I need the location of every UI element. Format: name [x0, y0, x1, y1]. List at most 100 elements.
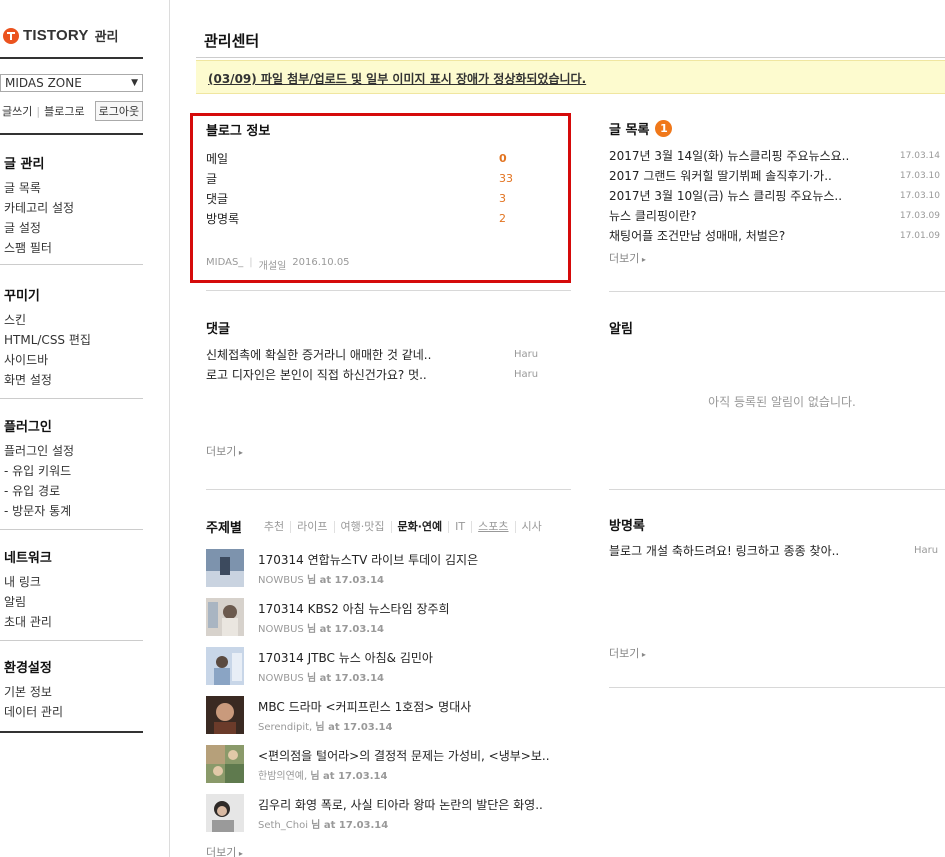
sidebar-item-category-settings[interactable]: 카테고리 설정 [4, 198, 74, 218]
section-divider [206, 489, 571, 490]
tab-it[interactable]: IT [449, 520, 473, 533]
go-to-blog-link[interactable]: 블로그로 [44, 103, 84, 119]
guestbook-more-link[interactable]: 더보기 [609, 645, 940, 661]
feed-date: 님 at 17.03.14 [306, 575, 385, 586]
guestbook-title: 방명록 [609, 519, 645, 534]
comment-row[interactable]: 신체접촉에 확실한 증거라니 애매한 것 같네.. Haru [206, 345, 538, 365]
sidebar-item-skin[interactable]: 스킨 [4, 310, 91, 330]
info-label: 메일 [206, 152, 229, 166]
opened-label: 개설일 [258, 261, 287, 272]
feed-byline: Seth_Choi 님 at 17.03.14 [258, 816, 388, 831]
sidebar-item-post-settings[interactable]: 글 설정 [4, 218, 74, 238]
info-row-guestbook[interactable]: 방명록 2 [206, 209, 509, 229]
nav-group-title: 환경설정 [4, 661, 52, 676]
alerts-title: 알림 [609, 322, 633, 337]
tab-culture-entertainment[interactable]: 문화·연예 [392, 520, 450, 533]
post-title: 2017 그랜드 워커힐 딸기뷔페 솔직후기·가.. [609, 169, 832, 183]
post-date: 17.03.14 [899, 151, 940, 161]
guestbook-row[interactable]: 블로그 개설 축하드려요! 링크하고 종종 찾아.. Haru [609, 541, 940, 561]
post-row[interactable]: 2017년 3월 10일(금) 뉴스 클리핑 주요뉴스.. 17.03.10 [609, 186, 940, 206]
thumbnail-image [206, 549, 244, 587]
sidebar-item-invites[interactable]: 초대 관리 [4, 612, 52, 632]
feed-author: NOWBUS [258, 624, 304, 635]
blog-select[interactable]: MIDAS ZONE ▼ [0, 74, 143, 92]
sidebar-item-my-links[interactable]: 내 링크 [4, 572, 52, 592]
opened-date: 2016.10.05 [292, 257, 350, 268]
nav-group-title: 꾸미기 [4, 289, 40, 304]
comments-more-link[interactable]: 더보기 [206, 443, 536, 459]
info-label: 방명록 [206, 212, 240, 226]
sidebar-item-screen-settings[interactable]: 화면 설정 [4, 370, 91, 390]
logout-button[interactable]: 로그아웃 [94, 101, 144, 121]
notice-banner[interactable]: (03/09) 파일 첨부/업로드 및 일부 이미지 표시 장애가 정상화되었습… [196, 60, 945, 94]
blog-select-value: MIDAS ZONE [5, 76, 82, 90]
post-row[interactable]: 뉴스 클리핑이란? 17.03.09 [609, 206, 940, 226]
blog-owner: MIDAS_ [206, 257, 244, 268]
chevron-down-icon: ▼ [131, 78, 138, 88]
comment-row[interactable]: 로고 디자인은 본인이 직접 하신건가요? 멋.. Haru [206, 365, 538, 385]
feed-date: 님 at 17.03.14 [311, 820, 389, 831]
write-link[interactable]: 글쓰기 [2, 103, 32, 119]
feed-item[interactable]: <편의점을 털어라>의 결정적 문제는 가성비, <냉부>보.. 한밤의연예, … [206, 745, 571, 783]
blog-info-title: 블로그 정보 [206, 124, 271, 139]
thumbnail-image [206, 794, 244, 832]
post-row[interactable]: 2017 그랜드 워커힐 딸기뷔페 솔직후기·가.. 17.03.10 [609, 166, 940, 186]
feed-item[interactable]: MBC 드라마 <커피프린스 1호점> 명대사 Serendipit, 님 at… [206, 696, 571, 734]
feed-item[interactable]: 170314 KBS2 아침 뉴스타임 장주희 NOWBUS 님 at 17.0… [206, 598, 571, 636]
tab-life[interactable]: 라이프 [291, 520, 335, 533]
info-label: 글 [206, 172, 218, 186]
sidebar-item-basic-info[interactable]: 기본 정보 [4, 682, 63, 702]
info-label: 댓글 [206, 192, 229, 206]
tab-recommended[interactable]: 추천 [258, 520, 292, 533]
page-title: 관리센터 [204, 32, 260, 50]
tistory-logo[interactable]: TISTORY 관리 [3, 26, 119, 45]
sidebar-item-inflow-paths[interactable]: - 유입 경로 [4, 481, 74, 501]
feed-item[interactable]: 김우리 화영 폭로, 사실 티아라 왕따 논란의 발단은 화영.. Seth_C… [206, 794, 571, 832]
tab-sports[interactable]: 스포츠 [472, 520, 516, 533]
thumbnail-image [206, 598, 244, 636]
sidebar-item-plugin-settings[interactable]: 플러그인 설정 [4, 441, 74, 461]
sidebar-item-alerts[interactable]: 알림 [4, 592, 52, 612]
info-row-posts[interactable]: 글 33 [206, 169, 513, 189]
sidebar-item-post-list[interactable]: 글 목록 [4, 178, 74, 198]
sidebar-divider [0, 133, 143, 135]
nav-group-plugins: 플러그인 플러그인 설정 - 유입 키워드 - 유입 경로 - 방문자 통계 [4, 416, 74, 521]
post-title: 뉴스 클리핑이란? [609, 209, 697, 223]
feed-author: 한밤의연예, [258, 771, 308, 782]
post-list-more-link[interactable]: 더보기 [609, 250, 940, 266]
sidebar-divider [0, 529, 143, 530]
feed-byline: NOWBUS 님 at 17.03.14 [258, 669, 384, 684]
comment-text: 신체접촉에 확실한 증거라니 애매한 것 같네.. [206, 348, 432, 362]
tab-travel-food[interactable]: 여행·맛집 [335, 520, 392, 533]
post-row[interactable]: 2017년 3월 14일(화) 뉴스클리핑 주요뉴스요.. 17.03.14 [609, 146, 940, 166]
sidebar-item-visitor-stats[interactable]: - 방문자 통계 [4, 501, 74, 521]
info-row-mail[interactable]: 메일 0 [206, 149, 509, 169]
feed-date: 님 at 17.03.14 [315, 722, 393, 733]
info-row-comments[interactable]: 댓글 3 [206, 189, 509, 209]
section-divider [609, 687, 945, 688]
feed-item[interactable]: 170314 JTBC 뉴스 아침& 김민아 NOWBUS 님 at 17.03… [206, 647, 571, 685]
sidebar-item-spam-filter[interactable]: 스팸 필터 [4, 238, 74, 258]
blog-info-panel: 블로그 정보 메일 0 글 33 댓글 3 방명록 2 MIDAS_ | 개설일… [206, 120, 546, 272]
feed-date: 님 at 17.03.14 [310, 771, 388, 782]
post-date: 17.03.09 [899, 211, 940, 221]
topic-tabs: 추천 라이프 여행·맛집 문화·연예 IT 스포츠 시사 [258, 520, 548, 533]
sidebar-item-html-css[interactable]: HTML/CSS 편집 [4, 330, 91, 350]
post-row[interactable]: 채팅어플 조건만남 성매매, 처벌은? 17.01.09 [609, 226, 940, 246]
thumbnail-image [206, 647, 244, 685]
tab-current-affairs[interactable]: 시사 [516, 520, 548, 533]
feed-item[interactable]: 170314 연합뉴스TV 라이브 투데이 김지은 NOWBUS 님 at 17… [206, 549, 571, 587]
main-content: 관리센터 (03/09) 파일 첨부/업로드 및 일부 이미지 표시 장애가 정… [171, 0, 945, 857]
feed-byline: NOWBUS 님 at 17.03.14 [258, 620, 384, 635]
feed-title: 170314 KBS2 아침 뉴스타임 장주희 [258, 602, 450, 616]
sidebar-item-inflow-keywords[interactable]: - 유입 키워드 [4, 461, 74, 481]
sidebar-item-sidebar[interactable]: 사이드바 [4, 350, 91, 370]
thumbnail-image [206, 696, 244, 734]
sidebar-divider [0, 398, 143, 399]
topics-more-link[interactable]: 더보기 [206, 844, 243, 857]
sidebar: TISTORY 관리 MIDAS ZONE ▼ 글쓰기 | 블로그로 로그아웃 … [0, 0, 170, 857]
blog-meta: MIDAS_ | 개설일 2016.10.05 [206, 257, 546, 272]
info-value: 33 [499, 172, 513, 185]
sidebar-item-data-management[interactable]: 데이터 관리 [4, 702, 63, 722]
sidebar-divider [0, 640, 143, 641]
